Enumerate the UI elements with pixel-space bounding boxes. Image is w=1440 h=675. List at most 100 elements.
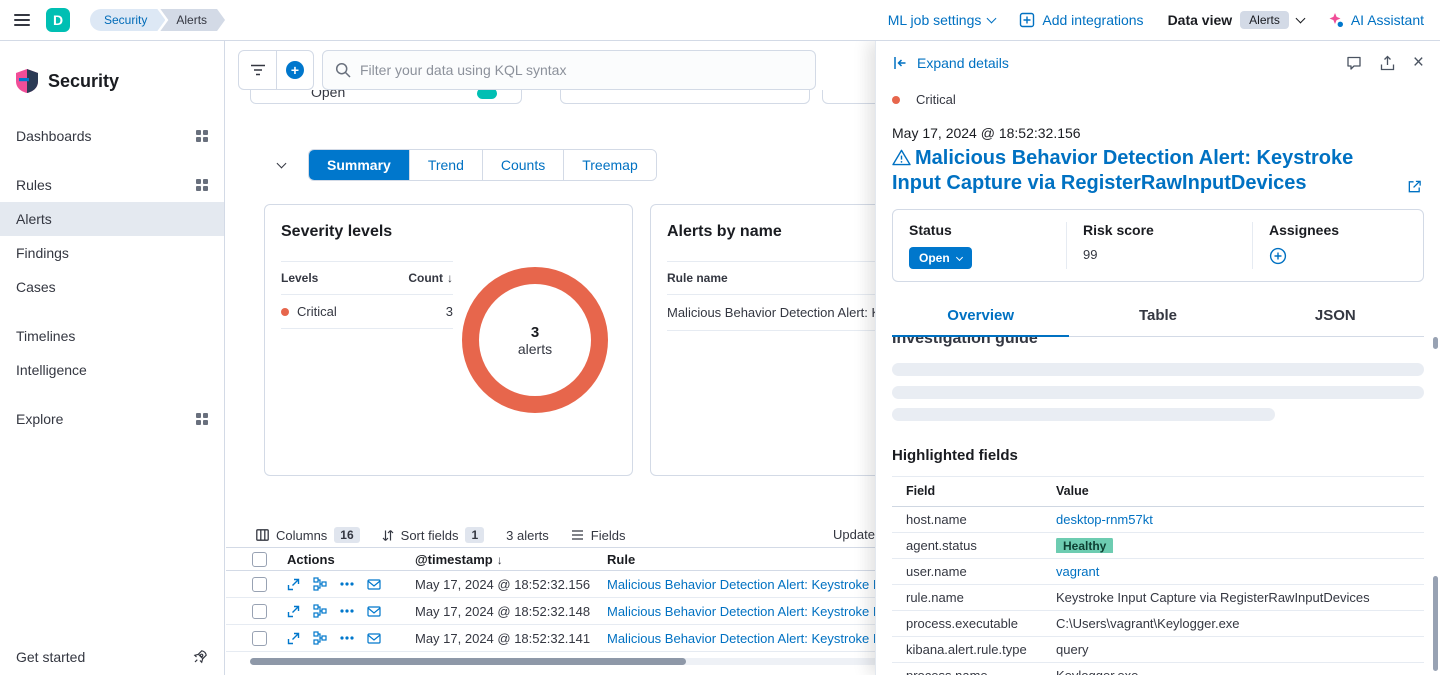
breadcrumb: Security Alerts	[90, 9, 225, 31]
filter-menu-button[interactable]	[239, 51, 276, 89]
overview-tab-content: Investigation guide Highlighted fields F…	[892, 337, 1424, 675]
alert-title-text: Malicious Behavior Detection Alert: Keys…	[892, 147, 1353, 194]
agent-status-badge: Healthy	[1056, 538, 1113, 553]
status-filter-control[interactable]: Open	[250, 90, 522, 104]
status-value: Open	[919, 251, 950, 265]
more-actions-icon[interactable]	[340, 582, 354, 586]
donut-value: 3	[531, 324, 539, 341]
add-filter-button[interactable]: +	[276, 51, 313, 89]
severity-col-count[interactable]: Count↓	[408, 271, 453, 285]
user-name-link[interactable]: vagrant	[1056, 564, 1099, 579]
highlighted-fields-heading: Highlighted fields	[892, 447, 1424, 464]
flyout-scrollbar-thumb[interactable]	[1433, 576, 1438, 671]
sidebar-item-timelines[interactable]: Timelines	[0, 319, 224, 353]
add-integrations-button[interactable]: Add integrations	[1019, 12, 1143, 28]
fields-button[interactable]: Fields	[571, 528, 626, 543]
sidebar-item-intelligence[interactable]: Intelligence	[0, 353, 224, 387]
deployment-logo[interactable]: D	[46, 8, 70, 32]
flyout-scrollbar-thumb-top[interactable]	[1433, 337, 1438, 349]
table-row: host.name desktop-rnm57kt	[892, 507, 1424, 533]
data-view-label: Data view	[1168, 12, 1233, 28]
field-value: Keystroke Input Capture via RegisterRawI…	[1056, 590, 1424, 605]
filter-controls-strip: Open	[250, 90, 982, 105]
investigate-timeline-icon[interactable]	[367, 606, 381, 617]
close-icon[interactable]: ×	[1413, 56, 1424, 70]
sidebar-item-explore[interactable]: Explore	[0, 402, 224, 436]
sort-fields-button[interactable]: Sort fields 1	[382, 527, 485, 543]
risk-score-label: Risk score	[1083, 222, 1236, 238]
alert-timestamp: May 17, 2024 @ 18:52:32.156	[892, 125, 1424, 141]
investigate-timeline-icon[interactable]	[367, 633, 381, 644]
get-started-link[interactable]: Get started	[0, 649, 224, 665]
alert-timestamp: May 17, 2024 @ 18:52:32.141	[415, 631, 607, 646]
external-link-icon[interactable]	[1407, 179, 1422, 194]
field-name: host.name	[906, 512, 1056, 527]
expand-alert-icon[interactable]	[287, 605, 300, 618]
sort-icon	[382, 529, 394, 542]
timestamp-column-header[interactable]: @timestamp↓	[415, 552, 607, 567]
tab-json[interactable]: JSON	[1247, 299, 1424, 336]
severity-row-critical[interactable]: Critical 3	[281, 295, 453, 329]
sidebar-item-cases[interactable]: Cases	[0, 270, 224, 304]
row-checkbox[interactable]	[252, 604, 267, 619]
sidebar-item-rules[interactable]: Rules	[0, 168, 224, 202]
menu-hamburger-icon[interactable]	[10, 10, 34, 30]
sort-desc-icon: ↓	[497, 553, 503, 567]
kql-search-input[interactable]	[360, 62, 803, 78]
get-started-label: Get started	[16, 649, 85, 665]
analyze-event-icon[interactable]	[313, 604, 327, 618]
tab-counts[interactable]: Counts	[482, 150, 563, 180]
sidebar-item-label: Cases	[16, 279, 56, 295]
alert-title-link[interactable]: Malicious Behavior Detection Alert: Keys…	[892, 146, 1424, 196]
share-export-icon[interactable]	[1380, 55, 1395, 71]
tab-treemap[interactable]: Treemap	[563, 150, 656, 180]
field-name: rule.name	[906, 590, 1056, 605]
more-actions-icon[interactable]	[340, 636, 354, 640]
alert-details-flyout: Expand details × Critical May 17, 2024 @…	[875, 41, 1440, 675]
field-name: agent.status	[906, 538, 1056, 553]
sidebar-item-label: Findings	[16, 245, 69, 261]
severity-levels-panel: Severity levels Levels Count↓ Critical 3	[264, 204, 633, 476]
field-name: process.name	[906, 668, 1056, 675]
row-checkbox[interactable]	[252, 631, 267, 646]
ai-assistant-button[interactable]: AI Assistant	[1328, 12, 1424, 28]
tab-overview[interactable]: Overview	[892, 299, 1069, 337]
breadcrumb-security[interactable]: Security	[90, 9, 165, 31]
sidebar-item-alerts[interactable]: Alerts	[0, 202, 224, 236]
columns-button[interactable]: Columns 16	[256, 527, 360, 543]
status-filter-label: Open	[311, 90, 345, 100]
chevron-down-icon	[987, 13, 997, 23]
apps-grid-icon	[196, 130, 208, 142]
sidebar-item-findings[interactable]: Findings	[0, 236, 224, 270]
tab-summary[interactable]: Summary	[309, 150, 409, 180]
analyze-event-icon[interactable]	[313, 577, 327, 591]
sort-fields-label: Sort fields	[401, 528, 459, 543]
comment-icon[interactable]	[1346, 55, 1362, 71]
sidebar-item-label: Timelines	[16, 328, 75, 344]
tab-trend[interactable]: Trend	[409, 150, 482, 180]
breadcrumb-alerts[interactable]: Alerts	[160, 9, 225, 31]
severity-filter-control[interactable]	[560, 90, 810, 104]
add-assignee-icon[interactable]	[1269, 247, 1287, 265]
security-sidebar: Security Dashboards Rules Alerts Finding…	[0, 41, 225, 675]
severity-table: Levels Count↓ Critical 3	[281, 261, 453, 329]
arrow-start-icon[interactable]	[892, 55, 908, 71]
alert-severity: Critical	[892, 92, 1424, 107]
horizontal-scrollbar-thumb[interactable]	[250, 658, 686, 665]
data-view-switcher[interactable]: Data view Alerts	[1168, 11, 1304, 29]
host-name-link[interactable]: desktop-rnm57kt	[1056, 512, 1153, 527]
analyze-event-icon[interactable]	[313, 631, 327, 645]
investigate-timeline-icon[interactable]	[367, 579, 381, 590]
more-actions-icon[interactable]	[340, 609, 354, 613]
ml-job-settings-button[interactable]: ML job settings	[888, 12, 996, 28]
loading-skeleton-bar	[892, 408, 1275, 421]
expand-details-link[interactable]: Expand details	[917, 55, 1009, 71]
expand-alert-icon[interactable]	[287, 632, 300, 645]
tab-table[interactable]: Table	[1069, 299, 1246, 336]
row-checkbox[interactable]	[252, 577, 267, 592]
expand-alert-icon[interactable]	[287, 578, 300, 591]
select-all-checkbox[interactable]	[252, 552, 267, 567]
status-dropdown-button[interactable]: Open	[909, 247, 972, 269]
sidebar-item-dashboards[interactable]: Dashboards	[0, 119, 224, 153]
collapse-charts-button[interactable]	[270, 154, 292, 176]
